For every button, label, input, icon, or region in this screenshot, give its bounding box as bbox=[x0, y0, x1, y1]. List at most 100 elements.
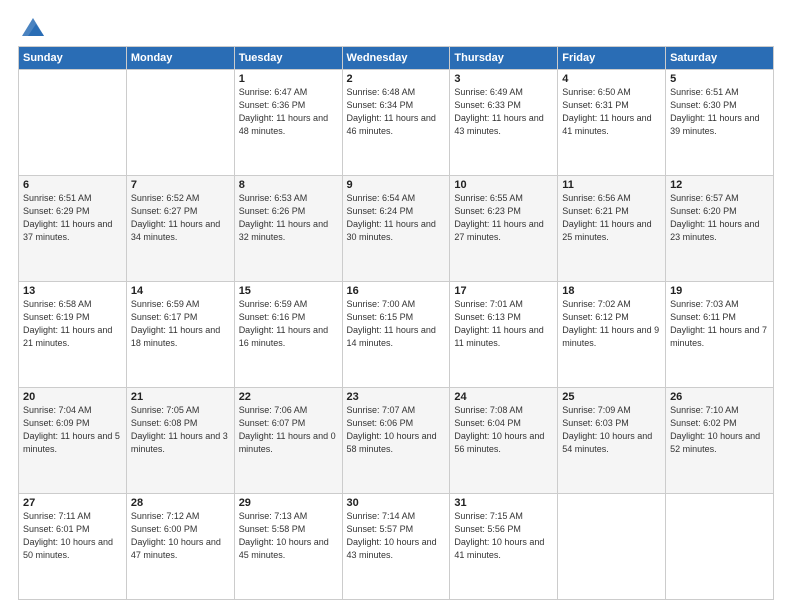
day-number: 25 bbox=[562, 391, 661, 403]
day-number: 2 bbox=[347, 73, 446, 85]
calendar-cell: 25Sunrise: 7:09 AM Sunset: 6:03 PM Dayli… bbox=[558, 388, 666, 494]
day-info: Sunrise: 7:13 AM Sunset: 5:58 PM Dayligh… bbox=[239, 510, 338, 562]
logo bbox=[18, 18, 44, 36]
day-number: 29 bbox=[239, 497, 338, 509]
day-info: Sunrise: 7:03 AM Sunset: 6:11 PM Dayligh… bbox=[670, 298, 769, 350]
calendar-cell: 1Sunrise: 6:47 AM Sunset: 6:36 PM Daylig… bbox=[234, 70, 342, 176]
day-info: Sunrise: 6:58 AM Sunset: 6:19 PM Dayligh… bbox=[23, 298, 122, 350]
calendar-cell: 6Sunrise: 6:51 AM Sunset: 6:29 PM Daylig… bbox=[19, 176, 127, 282]
day-number: 7 bbox=[131, 179, 230, 191]
day-header-wednesday: Wednesday bbox=[342, 47, 450, 70]
calendar-week-5: 27Sunrise: 7:11 AM Sunset: 6:01 PM Dayli… bbox=[19, 494, 774, 600]
calendar-cell: 12Sunrise: 6:57 AM Sunset: 6:20 PM Dayli… bbox=[666, 176, 774, 282]
day-number: 22 bbox=[239, 391, 338, 403]
day-number: 5 bbox=[670, 73, 769, 85]
calendar-week-4: 20Sunrise: 7:04 AM Sunset: 6:09 PM Dayli… bbox=[19, 388, 774, 494]
day-info: Sunrise: 7:14 AM Sunset: 5:57 PM Dayligh… bbox=[347, 510, 446, 562]
day-info: Sunrise: 6:48 AM Sunset: 6:34 PM Dayligh… bbox=[347, 86, 446, 138]
day-info: Sunrise: 6:57 AM Sunset: 6:20 PM Dayligh… bbox=[670, 192, 769, 244]
day-number: 17 bbox=[454, 285, 553, 297]
day-info: Sunrise: 7:11 AM Sunset: 6:01 PM Dayligh… bbox=[23, 510, 122, 562]
day-number: 3 bbox=[454, 73, 553, 85]
calendar-cell: 13Sunrise: 6:58 AM Sunset: 6:19 PM Dayli… bbox=[19, 282, 127, 388]
day-number: 24 bbox=[454, 391, 553, 403]
calendar-cell: 11Sunrise: 6:56 AM Sunset: 6:21 PM Dayli… bbox=[558, 176, 666, 282]
calendar-header-row: SundayMondayTuesdayWednesdayThursdayFrid… bbox=[19, 47, 774, 70]
day-info: Sunrise: 6:59 AM Sunset: 6:17 PM Dayligh… bbox=[131, 298, 230, 350]
day-number: 28 bbox=[131, 497, 230, 509]
day-number: 13 bbox=[23, 285, 122, 297]
calendar-cell: 2Sunrise: 6:48 AM Sunset: 6:34 PM Daylig… bbox=[342, 70, 450, 176]
calendar-cell bbox=[19, 70, 127, 176]
calendar-cell: 20Sunrise: 7:04 AM Sunset: 6:09 PM Dayli… bbox=[19, 388, 127, 494]
day-number: 23 bbox=[347, 391, 446, 403]
day-info: Sunrise: 7:08 AM Sunset: 6:04 PM Dayligh… bbox=[454, 404, 553, 456]
day-info: Sunrise: 7:00 AM Sunset: 6:15 PM Dayligh… bbox=[347, 298, 446, 350]
day-info: Sunrise: 6:50 AM Sunset: 6:31 PM Dayligh… bbox=[562, 86, 661, 138]
day-info: Sunrise: 7:06 AM Sunset: 6:07 PM Dayligh… bbox=[239, 404, 338, 456]
calendar-week-2: 6Sunrise: 6:51 AM Sunset: 6:29 PM Daylig… bbox=[19, 176, 774, 282]
calendar-cell: 14Sunrise: 6:59 AM Sunset: 6:17 PM Dayli… bbox=[126, 282, 234, 388]
calendar-cell bbox=[666, 494, 774, 600]
day-number: 6 bbox=[23, 179, 122, 191]
day-info: Sunrise: 6:59 AM Sunset: 6:16 PM Dayligh… bbox=[239, 298, 338, 350]
calendar-cell: 10Sunrise: 6:55 AM Sunset: 6:23 PM Dayli… bbox=[450, 176, 558, 282]
day-header-tuesday: Tuesday bbox=[234, 47, 342, 70]
day-number: 20 bbox=[23, 391, 122, 403]
day-number: 19 bbox=[670, 285, 769, 297]
day-info: Sunrise: 7:12 AM Sunset: 6:00 PM Dayligh… bbox=[131, 510, 230, 562]
day-info: Sunrise: 7:01 AM Sunset: 6:13 PM Dayligh… bbox=[454, 298, 553, 350]
day-header-friday: Friday bbox=[558, 47, 666, 70]
day-number: 21 bbox=[131, 391, 230, 403]
day-number: 16 bbox=[347, 285, 446, 297]
calendar-cell: 16Sunrise: 7:00 AM Sunset: 6:15 PM Dayli… bbox=[342, 282, 450, 388]
day-info: Sunrise: 7:09 AM Sunset: 6:03 PM Dayligh… bbox=[562, 404, 661, 456]
day-number: 9 bbox=[347, 179, 446, 191]
day-number: 27 bbox=[23, 497, 122, 509]
logo-icon bbox=[22, 18, 44, 36]
day-number: 18 bbox=[562, 285, 661, 297]
day-number: 8 bbox=[239, 179, 338, 191]
day-number: 30 bbox=[347, 497, 446, 509]
day-number: 15 bbox=[239, 285, 338, 297]
calendar-cell: 30Sunrise: 7:14 AM Sunset: 5:57 PM Dayli… bbox=[342, 494, 450, 600]
day-number: 31 bbox=[454, 497, 553, 509]
calendar-cell: 31Sunrise: 7:15 AM Sunset: 5:56 PM Dayli… bbox=[450, 494, 558, 600]
day-info: Sunrise: 6:51 AM Sunset: 6:29 PM Dayligh… bbox=[23, 192, 122, 244]
day-header-saturday: Saturday bbox=[666, 47, 774, 70]
day-header-thursday: Thursday bbox=[450, 47, 558, 70]
day-info: Sunrise: 7:07 AM Sunset: 6:06 PM Dayligh… bbox=[347, 404, 446, 456]
calendar-cell: 27Sunrise: 7:11 AM Sunset: 6:01 PM Dayli… bbox=[19, 494, 127, 600]
calendar-week-3: 13Sunrise: 6:58 AM Sunset: 6:19 PM Dayli… bbox=[19, 282, 774, 388]
day-info: Sunrise: 7:15 AM Sunset: 5:56 PM Dayligh… bbox=[454, 510, 553, 562]
day-info: Sunrise: 6:51 AM Sunset: 6:30 PM Dayligh… bbox=[670, 86, 769, 138]
calendar-cell: 5Sunrise: 6:51 AM Sunset: 6:30 PM Daylig… bbox=[666, 70, 774, 176]
calendar-cell: 4Sunrise: 6:50 AM Sunset: 6:31 PM Daylig… bbox=[558, 70, 666, 176]
calendar-cell: 21Sunrise: 7:05 AM Sunset: 6:08 PM Dayli… bbox=[126, 388, 234, 494]
day-info: Sunrise: 6:49 AM Sunset: 6:33 PM Dayligh… bbox=[454, 86, 553, 138]
day-info: Sunrise: 7:02 AM Sunset: 6:12 PM Dayligh… bbox=[562, 298, 661, 350]
day-info: Sunrise: 6:53 AM Sunset: 6:26 PM Dayligh… bbox=[239, 192, 338, 244]
calendar-cell bbox=[126, 70, 234, 176]
calendar-cell: 28Sunrise: 7:12 AM Sunset: 6:00 PM Dayli… bbox=[126, 494, 234, 600]
calendar-cell: 22Sunrise: 7:06 AM Sunset: 6:07 PM Dayli… bbox=[234, 388, 342, 494]
calendar-cell: 7Sunrise: 6:52 AM Sunset: 6:27 PM Daylig… bbox=[126, 176, 234, 282]
calendar-cell: 24Sunrise: 7:08 AM Sunset: 6:04 PM Dayli… bbox=[450, 388, 558, 494]
day-info: Sunrise: 6:54 AM Sunset: 6:24 PM Dayligh… bbox=[347, 192, 446, 244]
calendar-cell: 17Sunrise: 7:01 AM Sunset: 6:13 PM Dayli… bbox=[450, 282, 558, 388]
calendar-week-1: 1Sunrise: 6:47 AM Sunset: 6:36 PM Daylig… bbox=[19, 70, 774, 176]
day-info: Sunrise: 6:47 AM Sunset: 6:36 PM Dayligh… bbox=[239, 86, 338, 138]
calendar-cell: 29Sunrise: 7:13 AM Sunset: 5:58 PM Dayli… bbox=[234, 494, 342, 600]
calendar-cell: 3Sunrise: 6:49 AM Sunset: 6:33 PM Daylig… bbox=[450, 70, 558, 176]
day-info: Sunrise: 6:55 AM Sunset: 6:23 PM Dayligh… bbox=[454, 192, 553, 244]
calendar-cell: 23Sunrise: 7:07 AM Sunset: 6:06 PM Dayli… bbox=[342, 388, 450, 494]
day-number: 1 bbox=[239, 73, 338, 85]
day-info: Sunrise: 6:52 AM Sunset: 6:27 PM Dayligh… bbox=[131, 192, 230, 244]
day-number: 26 bbox=[670, 391, 769, 403]
calendar-table: SundayMondayTuesdayWednesdayThursdayFrid… bbox=[18, 46, 774, 600]
calendar-cell: 15Sunrise: 6:59 AM Sunset: 6:16 PM Dayli… bbox=[234, 282, 342, 388]
day-info: Sunrise: 6:56 AM Sunset: 6:21 PM Dayligh… bbox=[562, 192, 661, 244]
calendar-cell: 18Sunrise: 7:02 AM Sunset: 6:12 PM Dayli… bbox=[558, 282, 666, 388]
day-number: 14 bbox=[131, 285, 230, 297]
header bbox=[18, 18, 774, 36]
